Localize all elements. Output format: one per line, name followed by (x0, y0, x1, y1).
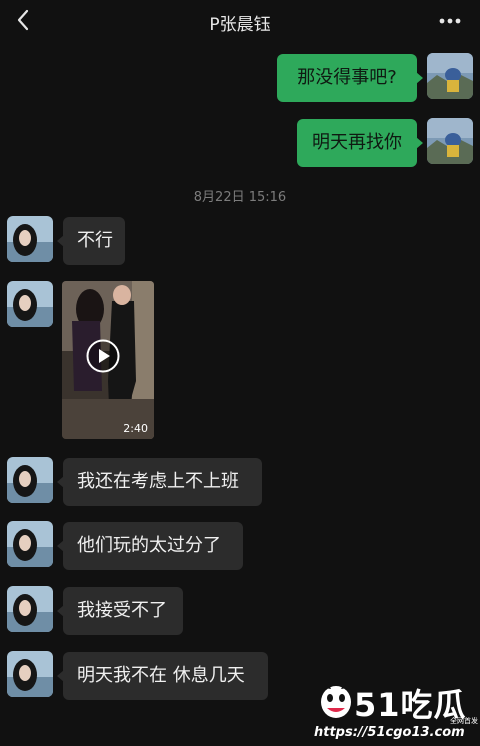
watermark-url: https://51cgo13.com (314, 725, 465, 740)
avatar-image (427, 53, 473, 99)
more-dots-icon (439, 18, 461, 24)
my-avatar[interactable] (427, 53, 473, 99)
message-timestamp: 8月22日 15:16 (193, 190, 287, 205)
avatar-image (7, 457, 53, 503)
contact-avatar[interactable] (7, 521, 53, 567)
chat-title: P张晨钰 (209, 15, 271, 35)
video-message[interactable]: 2:40 (62, 281, 154, 439)
chat-header: P张晨钰 (0, 0, 480, 44)
contact-avatar[interactable] (7, 457, 53, 503)
contact-avatar[interactable] (7, 281, 53, 327)
avatar-image (7, 216, 53, 262)
avatar-image (7, 651, 53, 697)
message-bubble-received[interactable]: 他们玩的太过分了 (57, 522, 243, 570)
avatar-image (7, 281, 53, 327)
video-duration: 2:40 (123, 422, 148, 435)
play-icon[interactable] (86, 339, 120, 373)
avatar-image (427, 118, 473, 164)
message-bubble-sent[interactable]: 明天再找你 (297, 119, 423, 167)
contact-avatar[interactable] (7, 216, 53, 262)
message-bubble-received[interactable]: 我接受不了 (57, 587, 183, 635)
message-bubble-sent[interactable]: 那没得事吧? (277, 54, 423, 102)
my-avatar[interactable] (427, 118, 473, 164)
avatar-image (7, 521, 53, 567)
mascot-icon (321, 682, 351, 718)
contact-avatar[interactable] (7, 586, 53, 632)
watermark: 51吃瓜 全网首发 https://51cgo13.com (314, 678, 480, 746)
message-bubble-received[interactable]: 不行 (57, 217, 125, 265)
avatar-image (7, 586, 53, 632)
message-bubble-received[interactable]: 明天我不在 休息几天 (57, 652, 268, 700)
contact-avatar[interactable] (7, 651, 53, 697)
message-bubble-received[interactable]: 我还在考虑上不上班 (57, 458, 262, 506)
more-button[interactable] (436, 8, 464, 32)
